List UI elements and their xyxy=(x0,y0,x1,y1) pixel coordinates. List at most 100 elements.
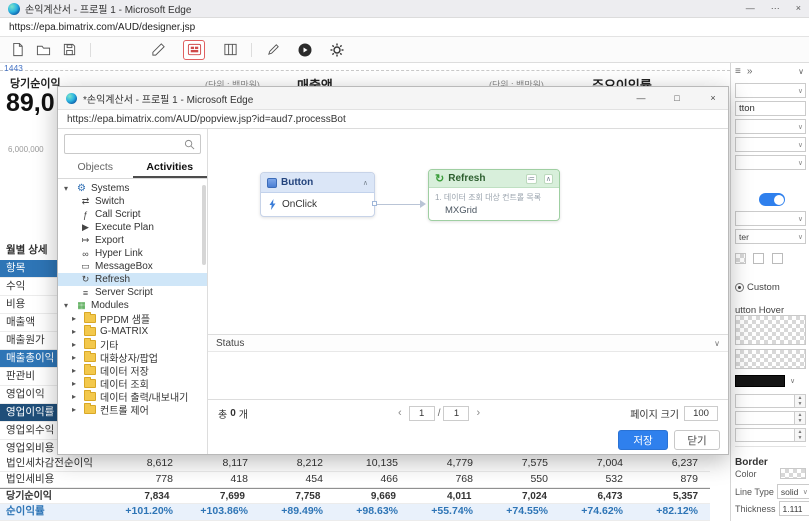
execute-plan-icon: ▶ xyxy=(80,222,91,233)
property-dropdown[interactable]: ∨ xyxy=(735,211,806,226)
caret-right-icon[interactable]: ▸ xyxy=(72,353,80,362)
process-designer-button[interactable] xyxy=(183,40,205,60)
caret-right-icon[interactable]: ▸ xyxy=(72,327,80,336)
panel-collapse-icon[interactable]: ∨ xyxy=(798,67,804,76)
caret-right-icon[interactable]: ▸ xyxy=(72,340,80,349)
line-type-select[interactable]: solid∨ xyxy=(777,484,809,499)
caret-right-icon[interactable]: ▸ xyxy=(72,379,80,388)
stepper-down-icon[interactable]: ▼ xyxy=(795,401,805,407)
tree-group-systems[interactable]: ▾ ⚙ Systems xyxy=(58,182,207,195)
caret-right-icon[interactable]: ▸ xyxy=(72,366,80,375)
status-section-header[interactable]: Status ∨ xyxy=(208,334,728,352)
close-button[interactable]: 닫기 xyxy=(674,430,720,450)
refresh-icon: ↻ xyxy=(80,274,91,285)
save-button[interactable]: 저장 xyxy=(618,430,668,450)
collapse-node-icon[interactable]: ∧ xyxy=(544,174,553,184)
number-stepper-2[interactable]: ▲▼ xyxy=(735,411,806,425)
tree-search-input[interactable] xyxy=(64,134,201,154)
panel-expand-icon[interactable]: » xyxy=(747,66,753,77)
property-dropdown[interactable]: ∨ xyxy=(735,83,806,98)
prev-page-button[interactable]: ‹ xyxy=(391,407,409,419)
font-color-swatch[interactable] xyxy=(735,375,785,387)
caret-down-icon[interactable]: ▾ xyxy=(64,184,72,193)
number-stepper-3[interactable]: ▲▼ xyxy=(735,428,806,442)
activity-tree: ▾ ⚙ Systems ⇄Switch ƒCall Script ▶Execut… xyxy=(58,179,207,454)
window-close-button[interactable]: × xyxy=(796,3,801,14)
popup-maximize-button[interactable]: □ xyxy=(662,87,692,110)
tab-objects[interactable]: Objects xyxy=(58,157,133,178)
refresh-activity-node[interactable]: ↻ Refresh ≔ ∧ 1. 데이터 조회 대상 컨트롤 목록 MXGrid xyxy=(428,169,560,221)
design-mode-button[interactable] xyxy=(147,40,169,60)
window-more-button[interactable]: ⋯ xyxy=(771,3,780,14)
property-dropdown[interactable]: ∨ xyxy=(735,119,806,134)
tree-item-call-script[interactable]: ƒCall Script xyxy=(58,208,207,221)
hover-color-swatch[interactable] xyxy=(735,349,806,369)
stepper-down-icon[interactable]: ▼ xyxy=(795,435,805,441)
tree-item-refresh[interactable]: ↻Refresh xyxy=(58,273,207,286)
fill-color-swatch[interactable] xyxy=(735,315,806,345)
address-bar[interactable]: https://epa.bimatrix.com/AUD/designer.js… xyxy=(0,18,809,37)
caret-down-icon[interactable]: ▾ xyxy=(64,301,72,310)
popup-address-bar[interactable]: https://epa.bimatrix.com/AUD/popview.jsp… xyxy=(58,110,728,129)
folder-icon xyxy=(84,366,96,375)
flow-work-area: Button ∧ OnClick xyxy=(208,129,728,454)
tree-item-export[interactable]: ↦Export xyxy=(58,234,207,247)
tree-item-control-ctrl[interactable]: ▸컨트롤 제어 xyxy=(58,403,207,416)
collapse-node-icon[interactable]: ∧ xyxy=(363,179,368,187)
tree-item-execute-plan[interactable]: ▶Execute Plan xyxy=(58,221,207,234)
tree-item-hyper-link[interactable]: ∞Hyper Link xyxy=(58,247,207,260)
messagebox-icon: ▭ xyxy=(80,261,91,272)
dataset-button[interactable] xyxy=(219,40,241,60)
popup-minimize-button[interactable]: — xyxy=(626,87,656,110)
flow-canvas[interactable]: Button ∧ OnClick xyxy=(208,129,728,334)
window-minimize-button[interactable]: — xyxy=(746,3,755,14)
custom-radio-label: Custom xyxy=(747,282,780,293)
next-page-button[interactable]: › xyxy=(469,407,487,419)
swatch-blank-2[interactable] xyxy=(772,253,783,264)
chevron-down-icon: ∨ xyxy=(798,84,803,99)
property-dropdown[interactable]: ∨ xyxy=(735,155,806,170)
page-size-control: 페이지 크기 100 xyxy=(630,406,718,421)
toggle-switch[interactable] xyxy=(759,193,785,206)
connector-line[interactable] xyxy=(377,204,421,205)
tree-scrollbar[interactable] xyxy=(202,185,206,265)
tab-activities[interactable]: Activities xyxy=(133,157,208,178)
align-select[interactable]: ter∨ xyxy=(735,229,806,244)
number-stepper-1[interactable]: ▲▼ xyxy=(735,394,806,408)
button-activity-node[interactable]: Button ∧ OnClick xyxy=(260,172,375,217)
folder-icon xyxy=(84,314,96,323)
metric-value: 89,0 xyxy=(6,89,55,118)
name-input[interactable]: tton xyxy=(735,101,806,116)
swatch-transparent[interactable] xyxy=(735,253,746,264)
run-button[interactable] xyxy=(294,40,316,60)
tree-item-ppdm-sample[interactable]: ▸PPDM 샘플 xyxy=(58,312,207,325)
property-dropdown[interactable]: ∨ xyxy=(735,137,806,152)
thickness-input[interactable]: 1.111 xyxy=(779,501,809,516)
popup-close-button[interactable]: × xyxy=(698,87,728,110)
swatch-blank[interactable] xyxy=(753,253,764,264)
caret-right-icon[interactable]: ▸ xyxy=(72,405,80,414)
toolbar-save-button[interactable] xyxy=(58,40,80,60)
settings-button[interactable] xyxy=(326,40,348,60)
folder-icon xyxy=(84,340,96,349)
node-menu-icon[interactable]: ≔ xyxy=(526,174,537,184)
open-button[interactable] xyxy=(32,40,54,60)
new-report-button[interactable] xyxy=(6,40,28,60)
node-event-label[interactable]: OnClick xyxy=(282,199,317,210)
chevron-down-icon[interactable]: ∨ xyxy=(790,377,795,385)
page-size-input[interactable]: 100 xyxy=(684,406,718,421)
border-color-swatch[interactable] xyxy=(780,468,806,479)
tree-item-switch[interactable]: ⇄Switch xyxy=(58,195,207,208)
tree-item-g-matrix[interactable]: ▸G-MATRIX xyxy=(58,325,207,338)
custom-radio[interactable] xyxy=(735,283,744,292)
panel-menu-icon[interactable]: ≡ xyxy=(735,66,741,77)
page-size-label: 페이지 크기 xyxy=(630,406,679,421)
stepper-down-icon[interactable]: ▼ xyxy=(795,418,805,424)
caret-right-icon[interactable]: ▸ xyxy=(72,392,80,401)
chevron-down-icon[interactable]: ∨ xyxy=(714,339,720,348)
current-page-input[interactable]: 1 xyxy=(409,406,435,421)
tree-item-server-script[interactable]: ≡Server Script xyxy=(58,286,207,299)
caret-right-icon[interactable]: ▸ xyxy=(72,314,80,323)
edit-button[interactable] xyxy=(262,40,284,60)
tree-item-messagebox[interactable]: ▭MessageBox xyxy=(58,260,207,273)
